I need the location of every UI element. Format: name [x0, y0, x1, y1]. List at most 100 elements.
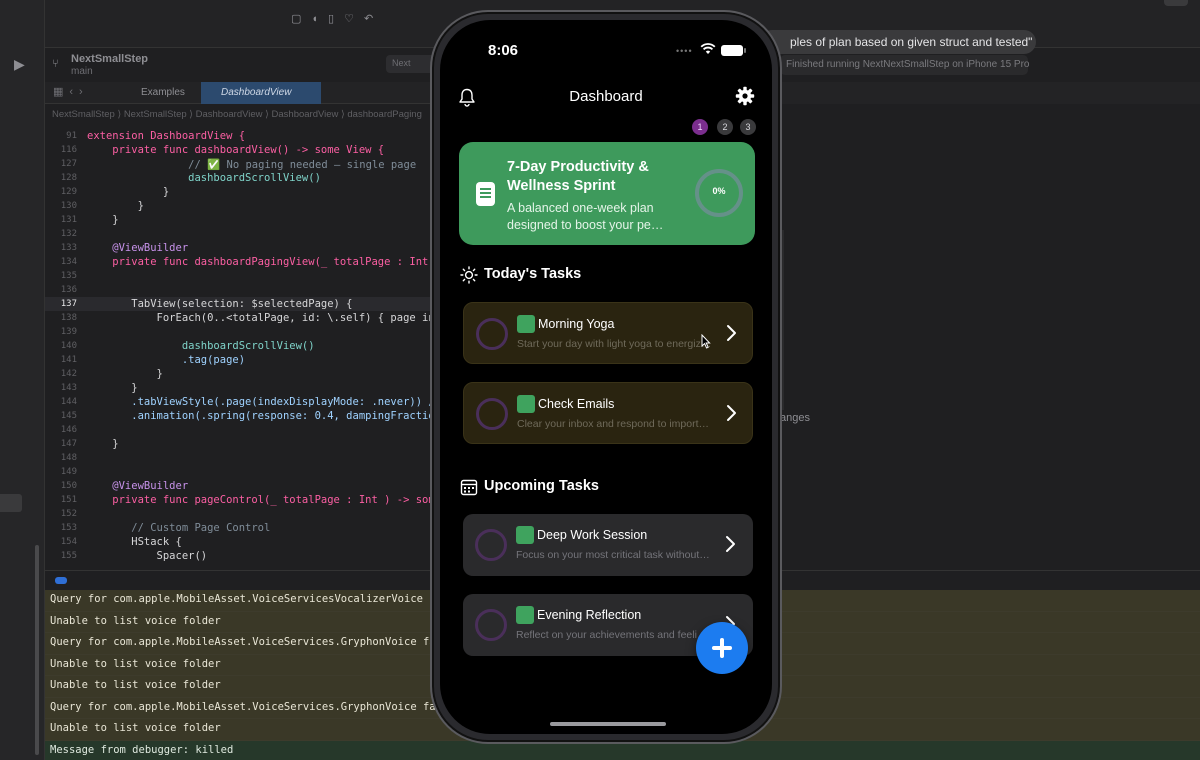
- line-number: 131: [60, 215, 77, 225]
- toolbar-right-control[interactable]: [1164, 0, 1188, 6]
- code-line[interactable]: 147 }: [45, 437, 435, 451]
- code-text: }: [87, 368, 163, 380]
- code-line[interactable]: 140 dashboardScrollView(): [45, 339, 435, 353]
- toolbar-icons[interactable]: ▢◖▯♡↶: [291, 12, 383, 25]
- line-number: 155: [60, 551, 77, 561]
- code-line[interactable]: 132: [45, 227, 435, 241]
- line-number: 143: [60, 383, 77, 393]
- task-category-icon: [516, 526, 534, 544]
- tab-dashboardview[interactable]: DashboardView: [201, 82, 321, 104]
- breadcrumb[interactable]: NextSmallStep ⟩ NextSmallStep ⟩ Dashboar…: [52, 109, 432, 120]
- code-line[interactable]: 130 }: [45, 199, 435, 213]
- code-text: private func dashboardPagingView(_ total…: [87, 256, 435, 268]
- code-line[interactable]: 145 .animation(.spring(response: 0.4, da…: [45, 409, 435, 423]
- task-card-deep-work[interactable]: Deep Work Session Focus on your most cri…: [463, 514, 753, 576]
- branch-name: main: [71, 66, 93, 77]
- code-text: @ViewBuilder: [87, 242, 189, 254]
- chevron-right-icon[interactable]: [724, 535, 736, 553]
- home-indicator[interactable]: [550, 722, 666, 726]
- build-status: Finished running NextNextSmallStep on iP…: [780, 55, 1029, 75]
- plan-card[interactable]: 7-Day Productivity & Wellness Sprint A b…: [459, 142, 755, 245]
- page-dot-1[interactable]: 1: [692, 119, 708, 135]
- line-number: 139: [60, 327, 77, 337]
- code-text: }: [87, 382, 138, 394]
- add-task-button[interactable]: [696, 622, 748, 674]
- code-text: .tabViewStyle(.page(indexDisplayMode: .n…: [87, 396, 435, 408]
- task-description: Start your day with light yoga to energi…: [517, 338, 712, 350]
- code-line[interactable]: 134 private func dashboardPagingView(_ t…: [45, 255, 435, 269]
- code-line[interactable]: 136: [45, 283, 435, 297]
- line-number: 132: [60, 229, 77, 239]
- code-line[interactable]: 153 // Custom Page Control: [45, 521, 435, 535]
- tab-examples[interactable]: Examples: [121, 82, 201, 104]
- code-line[interactable]: 144 .tabViewStyle(.page(indexDisplayMode…: [45, 395, 435, 409]
- code-text: }: [87, 186, 170, 198]
- code-line[interactable]: 133 @ViewBuilder: [45, 241, 435, 255]
- console-toggle[interactable]: [55, 577, 67, 584]
- run-icon[interactable]: ▶: [14, 56, 25, 73]
- today-section-title: Today's Tasks: [484, 266, 582, 282]
- scheme-name: NextSmallStep: [71, 53, 149, 65]
- line-number: 144: [60, 397, 77, 407]
- code-line[interactable]: 131 }: [45, 213, 435, 227]
- code-line[interactable]: 143 }: [45, 381, 435, 395]
- line-number: 134: [60, 257, 77, 267]
- page-title: Dashboard: [569, 88, 643, 105]
- code-line[interactable]: 148: [45, 451, 435, 465]
- task-progress-ring: [475, 529, 507, 561]
- task-name: Morning Yoga: [538, 317, 615, 331]
- signal-icon: ••••: [676, 46, 693, 56]
- code-line[interactable]: 142 }: [45, 367, 435, 381]
- code-line[interactable]: 138 ForEach(0..<totalPage, id: \.self) {…: [45, 311, 435, 325]
- code-line[interactable]: 151 private func pageControl(_ totalPage…: [45, 493, 435, 507]
- line-number: 138: [60, 313, 77, 323]
- line-number: 154: [60, 537, 77, 547]
- code-line[interactable]: 137 TabView(selection: $selectedPage) {: [45, 297, 435, 311]
- navigator-scrollbar[interactable]: [35, 545, 39, 755]
- code-line[interactable]: 127 // ✅ No paging needed — single page: [45, 157, 435, 171]
- code-line[interactable]: 116 private func dashboardView() -> some…: [45, 143, 435, 157]
- destination-chip[interactable]: Next: [386, 55, 436, 73]
- task-card-morning-yoga[interactable]: Morning Yoga Start your day with light y…: [463, 302, 753, 364]
- iphone-simulator: 8:06 •••• Dashboard 1 2 3 7-Day Producti…: [430, 10, 782, 744]
- task-card-check-emails[interactable]: Check Emails Clear your inbox and respon…: [463, 382, 753, 444]
- document-icon: [476, 182, 495, 206]
- task-name: Evening Reflection: [537, 608, 642, 622]
- code-line[interactable]: 146: [45, 423, 435, 437]
- line-number: 137: [60, 299, 77, 309]
- code-line[interactable]: 129 }: [45, 185, 435, 199]
- editor-tab-bar: ▦‹› Examples DashboardView: [45, 82, 435, 104]
- line-number: 148: [60, 453, 77, 463]
- line-number: 136: [60, 285, 77, 295]
- code-line[interactable]: 91 extension DashboardView {: [45, 129, 435, 143]
- line-number: 130: [60, 201, 77, 211]
- code-line[interactable]: 155 Spacer(): [45, 549, 435, 563]
- page-dot-3[interactable]: 3: [740, 119, 756, 135]
- gear-icon[interactable]: [735, 86, 755, 106]
- task-progress-ring: [476, 318, 508, 350]
- code-text: }: [87, 214, 119, 226]
- chevron-right-icon[interactable]: [725, 324, 737, 342]
- task-progress-ring: [476, 398, 508, 430]
- editor-right-area: anges: [780, 104, 1200, 570]
- code-line[interactable]: 154 HStack {: [45, 535, 435, 549]
- code-line[interactable]: 152: [45, 507, 435, 521]
- chevron-right-icon[interactable]: [725, 404, 737, 422]
- line-number: 133: [60, 243, 77, 253]
- page-dot-2[interactable]: 2: [717, 119, 733, 135]
- task-name: Deep Work Session: [537, 528, 648, 542]
- line-number: 145: [60, 411, 77, 421]
- line-number: 91: [66, 131, 77, 141]
- code-line[interactable]: 139: [45, 325, 435, 339]
- task-description: Clear your inbox and respond to importa…: [517, 418, 712, 430]
- code-line[interactable]: 141 .tag(page): [45, 353, 435, 367]
- code-line[interactable]: 135: [45, 269, 435, 283]
- code-line[interactable]: 150 @ViewBuilder: [45, 479, 435, 493]
- task-category-icon: [517, 395, 535, 413]
- mouse-cursor-icon: [701, 334, 711, 349]
- tab-nav-icons[interactable]: ▦‹›: [53, 85, 89, 98]
- code-editor[interactable]: 91 extension DashboardView {116 private f…: [45, 126, 435, 570]
- code-line[interactable]: 149: [45, 465, 435, 479]
- navigator-selection[interactable]: [0, 494, 22, 512]
- code-line[interactable]: 128 dashboardScrollView(): [45, 171, 435, 185]
